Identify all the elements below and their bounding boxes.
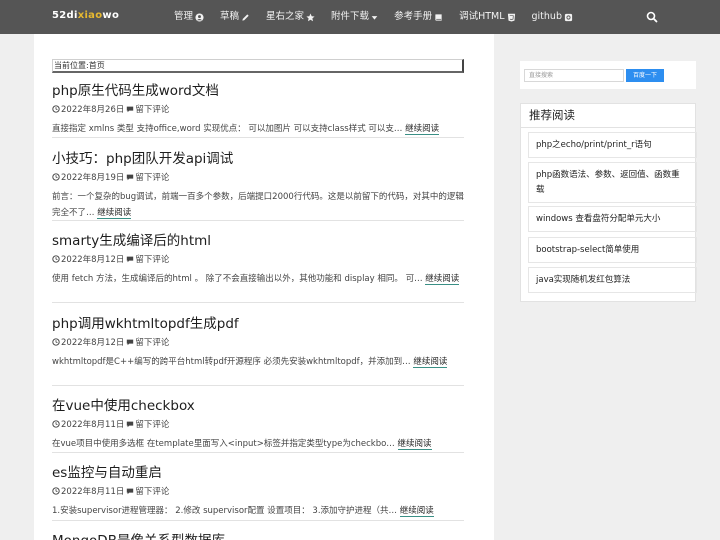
star-icon — [306, 13, 315, 21]
clock-icon — [52, 487, 60, 495]
book-icon — [435, 13, 442, 21]
article-title[interactable]: smarty生成编译后的html — [52, 232, 464, 250]
top-navbar: 52dixiaowo 管理 草稿 星右之家 附件下载 参考手册 调试HTML g… — [0, 0, 720, 34]
leave-comment-link[interactable]: 留下评论 — [135, 253, 169, 265]
leave-comment-link[interactable]: 留下评论 — [135, 171, 169, 183]
leave-comment-link[interactable]: 留下评论 — [135, 336, 169, 348]
article-item: php调用wkhtmltopdf生成pdf 2022年8月12日 留下评论 wk… — [52, 315, 464, 386]
article-item: 小技巧：php团队开发api调试 2022年8月19日 留下评论 前言：一个复杂… — [52, 150, 464, 221]
read-more-link[interactable]: 继续阅读 — [425, 274, 460, 285]
article-meta: 2022年8月11日 留下评论 — [52, 485, 464, 497]
article-item: MongoDB是像关系型数据库 — [52, 532, 464, 540]
clock-icon — [52, 105, 60, 113]
recommended-reading: 推荐阅读 php之echo/print/print_r语句 php函数语法、参数… — [520, 103, 697, 302]
clock-icon — [52, 338, 60, 346]
nav-item-star-home[interactable]: 星右之家 — [258, 0, 323, 34]
article-title[interactable]: php原生代码生成word文档 — [52, 82, 464, 100]
read-more-link[interactable]: 继续阅读 — [405, 124, 440, 135]
article-meta: 2022年8月26日 留下评论 — [52, 103, 464, 115]
read-more-link[interactable]: 继续阅读 — [97, 208, 132, 219]
article-meta: 2022年8月19日 留下评论 — [52, 171, 464, 183]
nav-item-admin[interactable]: 管理 — [166, 0, 212, 34]
article-meta: 2022年8月11日 留下评论 — [52, 418, 464, 430]
comment-icon — [127, 174, 134, 181]
recommended-item[interactable]: php函数语法、参数、返回值、函数重载 — [528, 162, 697, 203]
clock-icon — [52, 255, 60, 263]
recommended-item[interactable]: java实现随机发红包算法 — [528, 267, 697, 293]
comment-icon — [127, 106, 134, 113]
leave-comment-link[interactable]: 留下评论 — [135, 103, 169, 115]
article-title[interactable]: 在vue中使用checkbox — [52, 397, 464, 415]
clock-icon — [52, 173, 60, 181]
article-date: 2022年8月26日 — [61, 105, 125, 115]
article-item: es监控与自动重启 2022年8月11日 留下评论 1.安装supervisor… — [52, 464, 464, 521]
article-item: php原生代码生成word文档 2022年8月26日 留下评论 直接指定 xml… — [52, 82, 464, 138]
pencil-icon — [242, 13, 249, 21]
read-more-link[interactable]: 继续阅读 — [413, 357, 448, 368]
article-meta: 2022年8月12日 留下评论 — [52, 336, 464, 348]
article-excerpt: 直接指定 xmlns 类型 支持office,word 实现优点： 可以加图片 … — [52, 124, 440, 135]
article-excerpt: wkhtmltopdf是C++编写的跨平台html转pdf开源程序 必须先安装w… — [52, 357, 448, 368]
article-date: 2022年8月11日 — [61, 487, 125, 497]
site-logo[interactable]: 52dixiaowo — [52, 10, 119, 21]
recommended-item[interactable]: php之echo/print/print_r语句 — [528, 132, 697, 158]
article-date: 2022年8月11日 — [61, 420, 125, 430]
nav-item-debug-html[interactable]: 调试HTML — [451, 0, 523, 34]
article-excerpt: 在vue项目中使用多选框 在template里面写入<input>标签并指定类型… — [52, 439, 432, 450]
leave-comment-link[interactable]: 留下评论 — [135, 418, 169, 430]
comment-icon — [127, 256, 134, 263]
article-title[interactable]: 小技巧：php团队开发api调试 — [52, 150, 464, 168]
caret-down-icon — [371, 15, 378, 20]
breadcrumb-home-link[interactable]: 首页 — [89, 60, 105, 71]
recommended-item[interactable]: windows 查看盘符分配单元大小 — [528, 206, 697, 232]
article-excerpt: 1.安装supervisor进程管理器： 2.修改 supervisor配置 设… — [52, 506, 434, 517]
comment-icon — [127, 339, 134, 346]
github-icon — [564, 13, 573, 21]
user-circle-icon — [195, 12, 204, 22]
recommended-item[interactable]: bootstrap-select简单使用 — [528, 237, 697, 263]
article-title[interactable]: php调用wkhtmltopdf生成pdf — [52, 315, 464, 333]
comment-icon — [127, 488, 134, 495]
nav-item-github[interactable]: github — [524, 0, 581, 34]
main-nav: 管理 草稿 星右之家 附件下载 参考手册 调试HTML github — [166, 0, 581, 34]
html5-icon — [507, 13, 515, 22]
comment-icon — [127, 421, 134, 428]
main-content: 当前位置: 首页 php原生代码生成word文档 2022年8月26日 留下评论… — [34, 34, 494, 540]
sidebar-search: 直接搜索 百度一下 — [520, 61, 696, 89]
nav-item-downloads[interactable]: 附件下载 — [323, 0, 386, 34]
recommended-title: 推荐阅读 — [529, 108, 575, 122]
article-meta: 2022年8月12日 留下评论 — [52, 253, 464, 265]
article-date: 2022年8月12日 — [61, 255, 125, 265]
leave-comment-link[interactable]: 留下评论 — [135, 485, 169, 497]
search-button[interactable]: 百度一下 — [626, 69, 664, 82]
breadcrumb: 当前位置: 首页 — [52, 59, 464, 73]
nav-item-manual[interactable]: 参考手册 — [386, 0, 451, 34]
search-input[interactable]: 直接搜索 — [524, 69, 624, 82]
divider — [521, 127, 695, 128]
read-more-link[interactable]: 继续阅读 — [399, 506, 434, 517]
article-item: smarty生成编译后的html 2022年8月12日 留下评论 使用 fetc… — [52, 232, 464, 303]
article-date: 2022年8月19日 — [61, 173, 125, 183]
article-date: 2022年8月12日 — [61, 338, 125, 348]
article-excerpt: 前言：一个复杂的bug调试，前端一百多个参数，后端提口2000行代码。这是以前留… — [52, 192, 464, 219]
article-item: 在vue中使用checkbox 2022年8月11日 留下评论 在vue项目中使… — [52, 397, 464, 453]
article-title[interactable]: es监控与自动重启 — [52, 464, 464, 482]
nav-item-drafts[interactable]: 草稿 — [212, 0, 258, 34]
article-excerpt: 使用 fetch 方法，生成编译后的html 。 除了不会直接输出以外，其他功能… — [52, 274, 460, 285]
article-title[interactable]: MongoDB是像关系型数据库 — [52, 532, 464, 540]
clock-icon — [52, 420, 60, 428]
read-more-link[interactable]: 继续阅读 — [397, 439, 432, 450]
search-icon[interactable] — [646, 11, 658, 23]
